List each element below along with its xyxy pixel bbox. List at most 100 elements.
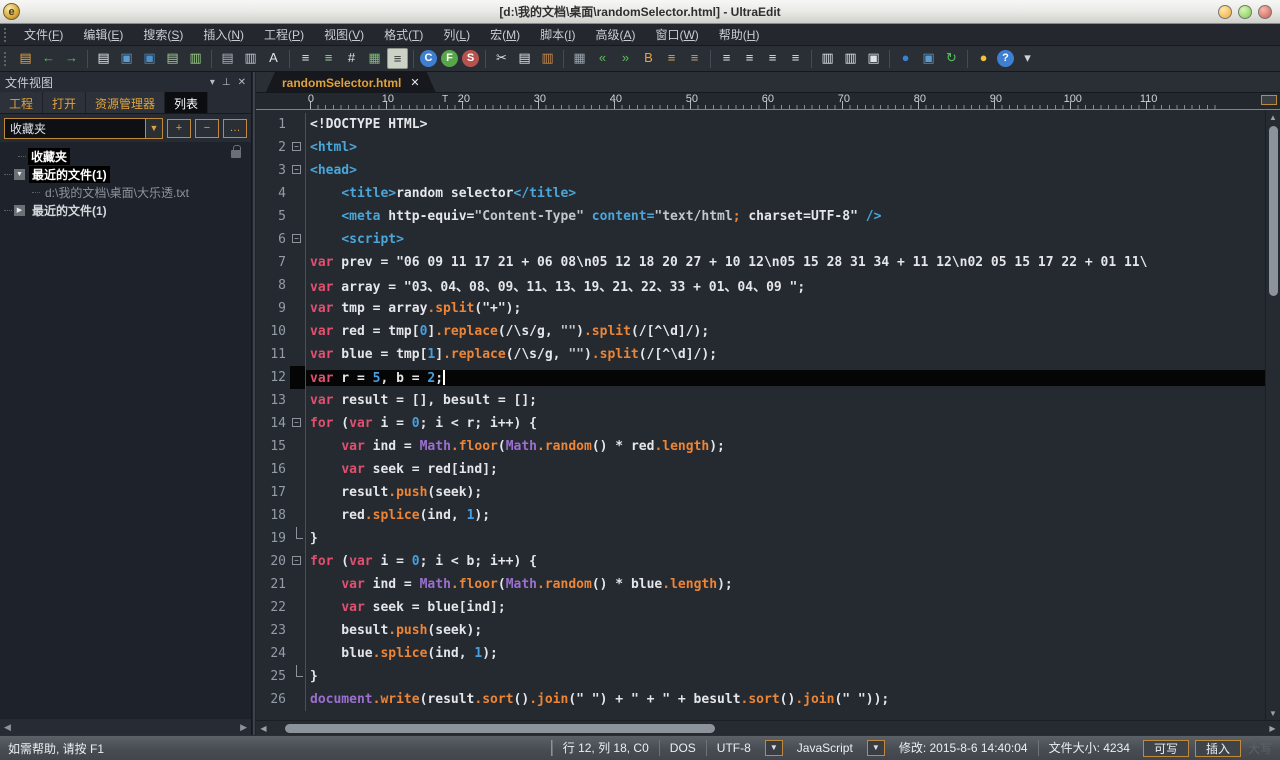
hex-edit-icon[interactable]: #: [341, 48, 362, 69]
code-line-2[interactable]: 2−<html>: [256, 136, 1265, 159]
split-window-icon[interactable]: ▥: [817, 48, 838, 69]
remove-favorite-button[interactable]: −: [195, 119, 219, 138]
toolbar-grip[interactable]: [4, 52, 10, 66]
code-line-8[interactable]: 8var array = "03、04、08、09、11、13、19、21、22…: [256, 274, 1265, 297]
copy-icon[interactable]: ▤: [514, 48, 535, 69]
code-line-4[interactable]: 4 <title>random selector</title>: [256, 182, 1265, 205]
code-line-15[interactable]: 15 var ind = Math.floor(Math.random() * …: [256, 435, 1265, 458]
next-change-icon[interactable]: »: [615, 48, 636, 69]
new-file-icon[interactable]: ▤: [93, 48, 114, 69]
sidebar-tab-explorer[interactable]: 资源管理器: [86, 92, 165, 113]
collapse-icon[interactable]: ▼: [14, 169, 25, 180]
syntax-dropdown-icon[interactable]: ▼: [867, 740, 885, 756]
sort-icon[interactable]: ≡: [318, 48, 339, 69]
template-list-1-icon[interactable]: ≡: [716, 48, 737, 69]
expand-icon[interactable]: ▶: [14, 205, 25, 216]
fold-collapse-icon[interactable]: −: [292, 418, 301, 427]
sidebar-tab-project[interactable]: 工程: [0, 92, 43, 113]
paragraph-list-icon[interactable]: ≡: [295, 48, 316, 69]
document-tab[interactable]: randomSelector.html ✕: [266, 72, 436, 92]
back-icon[interactable]: ←: [38, 48, 59, 69]
code-line-20[interactable]: 20−for (var i = 0; i < b; i++) {: [256, 550, 1265, 573]
menu-grip[interactable]: [4, 28, 10, 42]
sidebar-scroll-left-icon[interactable]: ◀: [4, 722, 11, 733]
column-mode-icon[interactable]: ▦: [364, 48, 385, 69]
font-icon[interactable]: A: [263, 48, 284, 69]
function-f-icon[interactable]: F: [441, 50, 458, 67]
menu-item-F[interactable]: 文件(F): [14, 24, 73, 45]
scroll-right-icon[interactable]: ▶: [1265, 724, 1280, 733]
more-favorites-button[interactable]: …: [223, 119, 247, 138]
menu-item-W[interactable]: 窗口(W): [645, 24, 708, 45]
compare-icon[interactable]: ▦: [569, 48, 590, 69]
line-format[interactable]: DOS: [659, 740, 706, 756]
fold-collapse-icon[interactable]: −: [292, 556, 301, 565]
menu-item-E[interactable]: 编辑(E): [73, 24, 133, 45]
menu-item-M[interactable]: 宏(M): [480, 24, 530, 45]
code-line-25[interactable]: 25}: [256, 665, 1265, 688]
duplicate-window-icon[interactable]: ▣: [863, 48, 884, 69]
panel-pin-icon[interactable]: ⊥: [222, 77, 231, 88]
scroll-up-icon[interactable]: ▲: [1267, 111, 1280, 124]
sidebar-scroll-right-icon[interactable]: ▶: [240, 722, 247, 733]
tag-list-icon[interactable]: ≡: [684, 48, 705, 69]
code-line-26[interactable]: 26document.write(result.sort().join(" ")…: [256, 688, 1265, 711]
template-list-3-icon[interactable]: ≡: [762, 48, 783, 69]
code-line-16[interactable]: 16 var seek = red[ind];: [256, 458, 1265, 481]
macro-list-icon[interactable]: ≡: [661, 48, 682, 69]
code-line-22[interactable]: 22 var seek = blue[ind];: [256, 596, 1265, 619]
title-bar[interactable]: e [d:\我的文档\桌面\randomSelector.html] - Ult…: [0, 0, 1280, 24]
ftp-save-icon[interactable]: ▥: [185, 48, 206, 69]
menu-item-L[interactable]: 列(L): [433, 24, 480, 45]
sidebar-tab-list[interactable]: 列表: [165, 92, 208, 113]
vertical-scroll-thumb[interactable]: [1269, 126, 1278, 296]
ftp-open-icon[interactable]: ▤: [162, 48, 183, 69]
toolbar-overflow-icon[interactable]: ▾: [1017, 48, 1038, 69]
scroll-down-icon[interactable]: ▼: [1267, 707, 1280, 720]
menu-item-H[interactable]: 帮助(H): [709, 24, 770, 45]
save-file-icon[interactable]: ▣: [139, 48, 160, 69]
code-line-21[interactable]: 21 var ind = Math.floor(Math.random() * …: [256, 573, 1265, 596]
fold-collapse-icon[interactable]: −: [292, 165, 301, 174]
sidebar-tab-open[interactable]: 打开: [43, 92, 86, 113]
bookmark-b-icon[interactable]: B: [638, 48, 659, 69]
panel-close-icon[interactable]: ✕: [238, 77, 246, 88]
code-line-13[interactable]: 13var result = [], besult = [];: [256, 389, 1265, 412]
code-line-7[interactable]: 7var prev = "06 09 11 17 21 + 06 08\n05 …: [256, 251, 1265, 274]
tree-item[interactable]: ▼最近的文件(1): [0, 165, 251, 183]
help-icon[interactable]: ?: [997, 50, 1014, 67]
case-c-icon[interactable]: C: [420, 50, 437, 67]
menu-item-P[interactable]: 工程(P): [254, 24, 314, 45]
code-line-11[interactable]: 11var blue = tmp[1].replace(/\s/g, "").s…: [256, 343, 1265, 366]
scroll-left-icon[interactable]: ◀: [256, 724, 271, 733]
code-line-3[interactable]: 3−<head>: [256, 159, 1265, 182]
list-view-icon[interactable]: ≡: [387, 48, 408, 69]
refresh-icon[interactable]: ↻: [941, 48, 962, 69]
menu-item-V[interactable]: 视图(V): [314, 24, 374, 45]
menu-item-A[interactable]: 高级(A): [585, 24, 645, 45]
code-line-23[interactable]: 23 besult.push(seek);: [256, 619, 1265, 642]
code-line-24[interactable]: 24 blue.splice(ind, 1);: [256, 642, 1265, 665]
panel-dropdown-icon[interactable]: ▾: [210, 77, 215, 88]
horizontal-scrollbar[interactable]: ◀ ▶: [256, 720, 1280, 735]
insert-mode-toggle[interactable]: 插入: [1195, 740, 1241, 757]
vertical-scrollbar[interactable]: ▲ ▼: [1265, 110, 1280, 720]
minimize-button[interactable]: [1218, 5, 1232, 19]
code-line-18[interactable]: 18 red.splice(ind, 1);: [256, 504, 1265, 527]
tree-item[interactable]: ▶最近的文件(1): [0, 201, 251, 219]
favorites-dropdown[interactable]: 收藏夹 ▼: [4, 118, 163, 139]
code-editor[interactable]: 1<!DOCTYPE HTML>2−<html>3−<head>4 <title…: [256, 110, 1265, 720]
fold-collapse-icon[interactable]: −: [292, 234, 301, 243]
code-line-17[interactable]: 17 result.push(seek);: [256, 481, 1265, 504]
encoding-dropdown-icon[interactable]: ▼: [765, 740, 783, 756]
fold-collapse-icon[interactable]: −: [292, 142, 301, 151]
template-list-4-icon[interactable]: ≡: [785, 48, 806, 69]
cut-icon[interactable]: ✂: [491, 48, 512, 69]
ruler-end-button[interactable]: [1261, 95, 1277, 105]
code-line-19[interactable]: 19}: [256, 527, 1265, 550]
menu-item-S[interactable]: 搜索(S): [133, 24, 193, 45]
code-line-5[interactable]: 5 <meta http-equiv="Content-Type" conten…: [256, 205, 1265, 228]
encoding[interactable]: UTF-8: [706, 740, 761, 756]
browser-icon[interactable]: ●: [895, 48, 916, 69]
menu-item-N[interactable]: 插入(N): [193, 24, 254, 45]
